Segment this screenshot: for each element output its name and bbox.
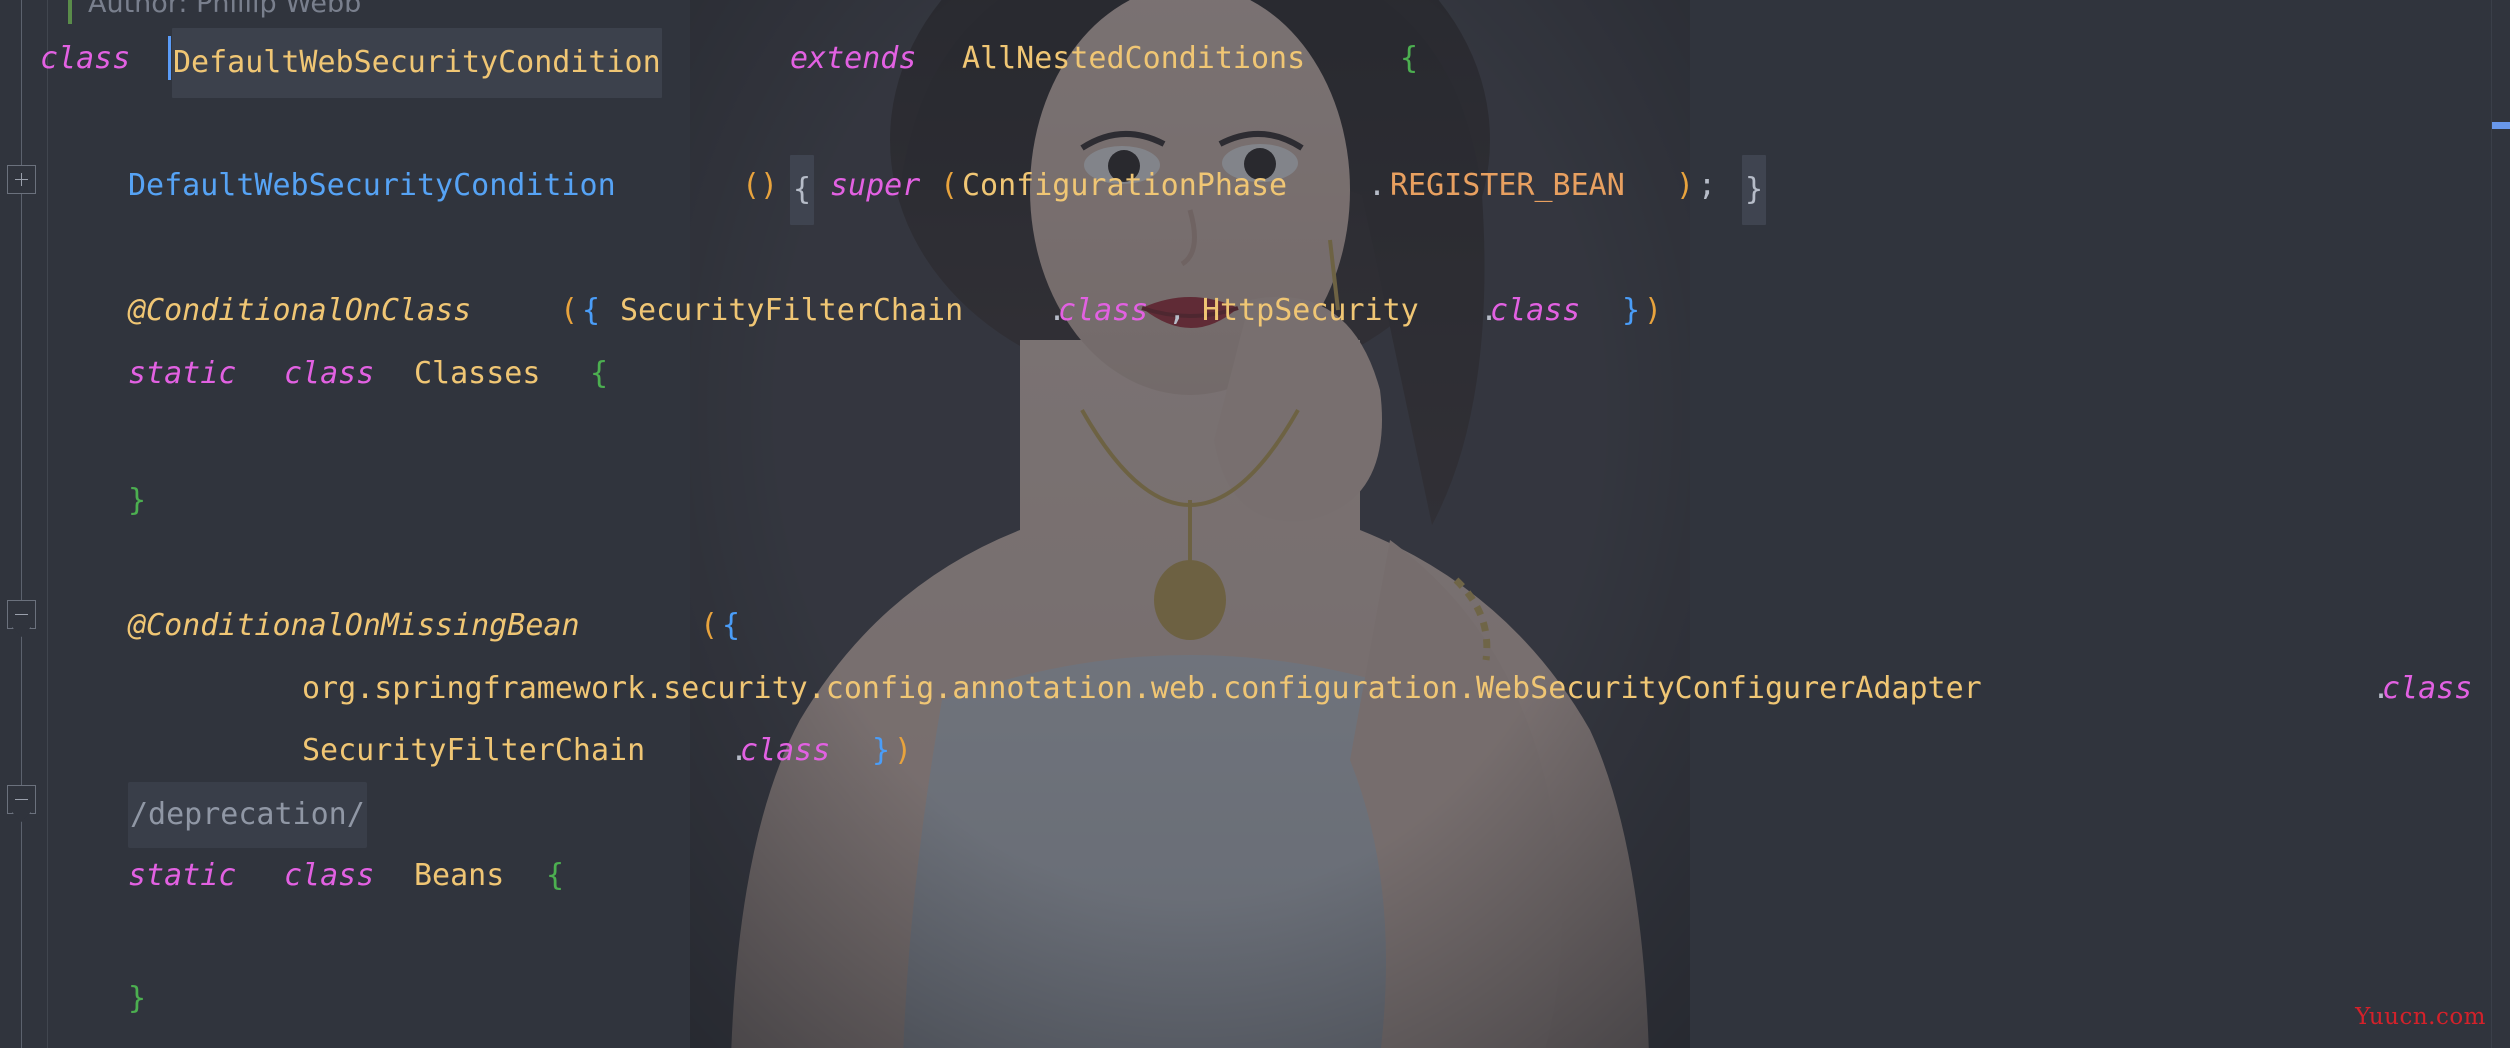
code-token: static (128, 356, 237, 391)
code-token: ) (1644, 293, 1663, 328)
code-token: Beans (414, 858, 505, 893)
code-token: . (1368, 168, 1387, 203)
code-token: class (2382, 671, 2473, 706)
code-token: } (1742, 155, 1767, 225)
code-token: HttpSecurity (1202, 293, 1419, 328)
code-token: } (872, 733, 891, 768)
code-token: @ConditionalOnClass (128, 293, 472, 328)
code-token: AllNestedConditions (962, 41, 1306, 76)
code-line[interactable]: @ConditionalOnClass ({ SecurityFilterChain… (0, 280, 2510, 342)
code-editor[interactable]: Author: Phillip Webb class DefaultWebSecu… (0, 0, 2510, 1048)
code-token: static (128, 858, 237, 893)
code-token: ( (940, 168, 959, 203)
code-token: } (128, 981, 147, 1016)
code-line[interactable]: } (0, 968, 2510, 1030)
code-line[interactable]: static class Classes { (0, 343, 2510, 405)
code-token: { (582, 293, 601, 328)
code-token: SecurityFilterChain (302, 733, 646, 768)
scrollbar-change-marker[interactable] (2492, 122, 2510, 129)
code-token: super (830, 168, 921, 203)
code-token: @ConditionalOnMissingBean (128, 608, 580, 643)
vertical-scrollbar-track[interactable] (2491, 0, 2510, 1048)
code-token: () (742, 168, 779, 203)
code-token: SecurityFilterChain (620, 293, 964, 328)
code-token: REGISTER_BEAN (1390, 168, 1625, 203)
code-line[interactable]: /deprecation/ (0, 782, 2510, 848)
code-token: class (40, 41, 131, 76)
code-token: class (1490, 293, 1581, 328)
code-token: { (722, 608, 741, 643)
code-token: { (546, 858, 565, 893)
code-token: org.springframework.security.config.anno… (302, 671, 1982, 706)
code-token: DefaultWebSecurityCondition (172, 28, 662, 98)
code-token: } (128, 483, 147, 518)
code-token: Classes (414, 356, 541, 391)
code-token: DefaultWebSecurityCondition (128, 168, 616, 203)
code-token: } (1622, 293, 1641, 328)
code-line[interactable]: static class Beans { (0, 845, 2510, 907)
code-token: class (284, 858, 375, 893)
code-token: { (1400, 41, 1419, 76)
code-line[interactable]: class DefaultWebSecurityCondition extends A… (0, 28, 2510, 98)
code-token: ( (700, 608, 719, 643)
code-token: class (1058, 293, 1149, 328)
code-token: { (790, 155, 815, 225)
code-token: class (740, 733, 831, 768)
code-line[interactable]: @ConditionalOnMissingBean ({ (0, 595, 2510, 657)
text-caret (168, 36, 171, 80)
code-token: ConfigurationPhase (962, 168, 1288, 203)
code-token: ( (560, 293, 579, 328)
code-token: ) (894, 733, 913, 768)
code-token: /deprecation/ (128, 782, 367, 848)
code-line[interactable]: } (0, 470, 2510, 532)
code-token: ) (1676, 168, 1695, 203)
code-token: ; (1698, 168, 1717, 203)
code-line[interactable]: DefaultWebSecurityCondition () { super (Conf… (0, 155, 2510, 225)
code-token: extends (790, 41, 917, 76)
watermark: Yuucn.com (2355, 1004, 2486, 1030)
code-token: { (590, 356, 609, 391)
code-line[interactable]: SecurityFilterChain. class}) (0, 720, 2510, 782)
code-token: class (284, 356, 375, 391)
code-content[interactable]: class DefaultWebSecurityCondition extends A… (0, 0, 2510, 1048)
code-line[interactable]: org.springframework.security.config.anno… (0, 658, 2510, 720)
code-token: , (1168, 293, 1187, 328)
